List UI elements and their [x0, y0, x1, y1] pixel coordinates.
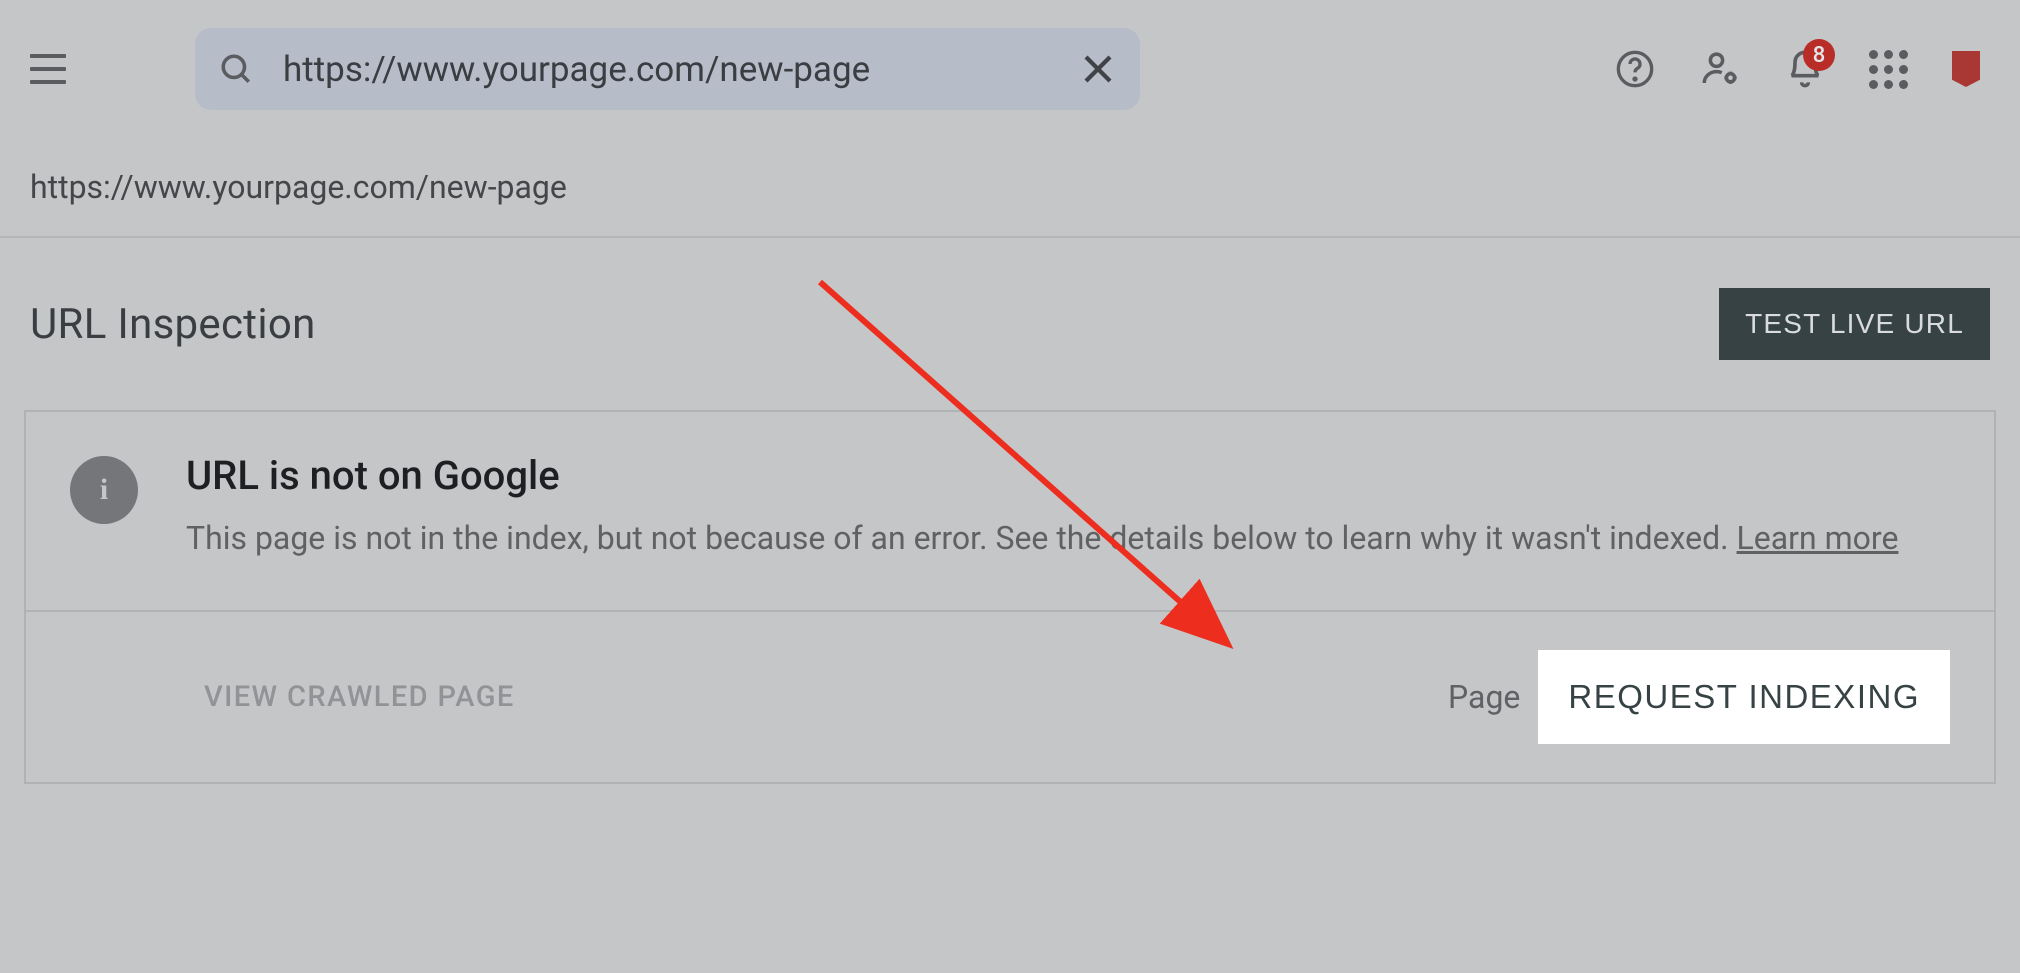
status-card: i URL is not on Google This page is not … [24, 410, 1996, 784]
learn-more-link[interactable]: Learn more [1737, 519, 1899, 557]
search-bar [195, 28, 1140, 110]
card-content: URL is not on Google This page is not in… [186, 452, 1898, 560]
info-icon: i [70, 456, 138, 524]
notification-badge: 8 [1803, 39, 1835, 71]
hamburger-menu-icon[interactable] [30, 49, 70, 89]
card-bottom: VIEW CRAWLED PAGE Page REQUEST INDEXING [26, 610, 1994, 782]
request-indexing-button[interactable]: REQUEST INDEXING [1538, 650, 1950, 744]
status-heading: URL is not on Google [186, 452, 1898, 499]
header-actions: 8 [1615, 48, 1980, 90]
view-crawled-page-button[interactable]: VIEW CRAWLED PAGE [204, 680, 515, 714]
account-flag-icon[interactable] [1952, 51, 1980, 87]
inspected-url-text: https://www.yourpage.com/new-page [0, 138, 2020, 236]
search-icon [219, 52, 253, 86]
apps-grid-icon[interactable] [1869, 50, 1908, 89]
status-description: This page is not in the index, but not b… [186, 517, 1898, 560]
card-top: i URL is not on Google This page is not … [26, 412, 1994, 610]
status-description-text: This page is not in the index, but not b… [186, 519, 1737, 557]
notifications-icon[interactable]: 8 [1785, 49, 1825, 89]
page-label: Page [1448, 678, 1520, 716]
test-live-url-button[interactable]: TEST LIVE URL [1719, 288, 1990, 360]
url-search-input[interactable] [283, 49, 1080, 90]
close-icon[interactable] [1080, 51, 1116, 87]
help-icon[interactable] [1615, 49, 1655, 89]
bottom-right-group: Page REQUEST INDEXING [1448, 650, 1950, 744]
page-title: URL Inspection [30, 300, 316, 349]
user-settings-icon[interactable] [1699, 48, 1741, 90]
